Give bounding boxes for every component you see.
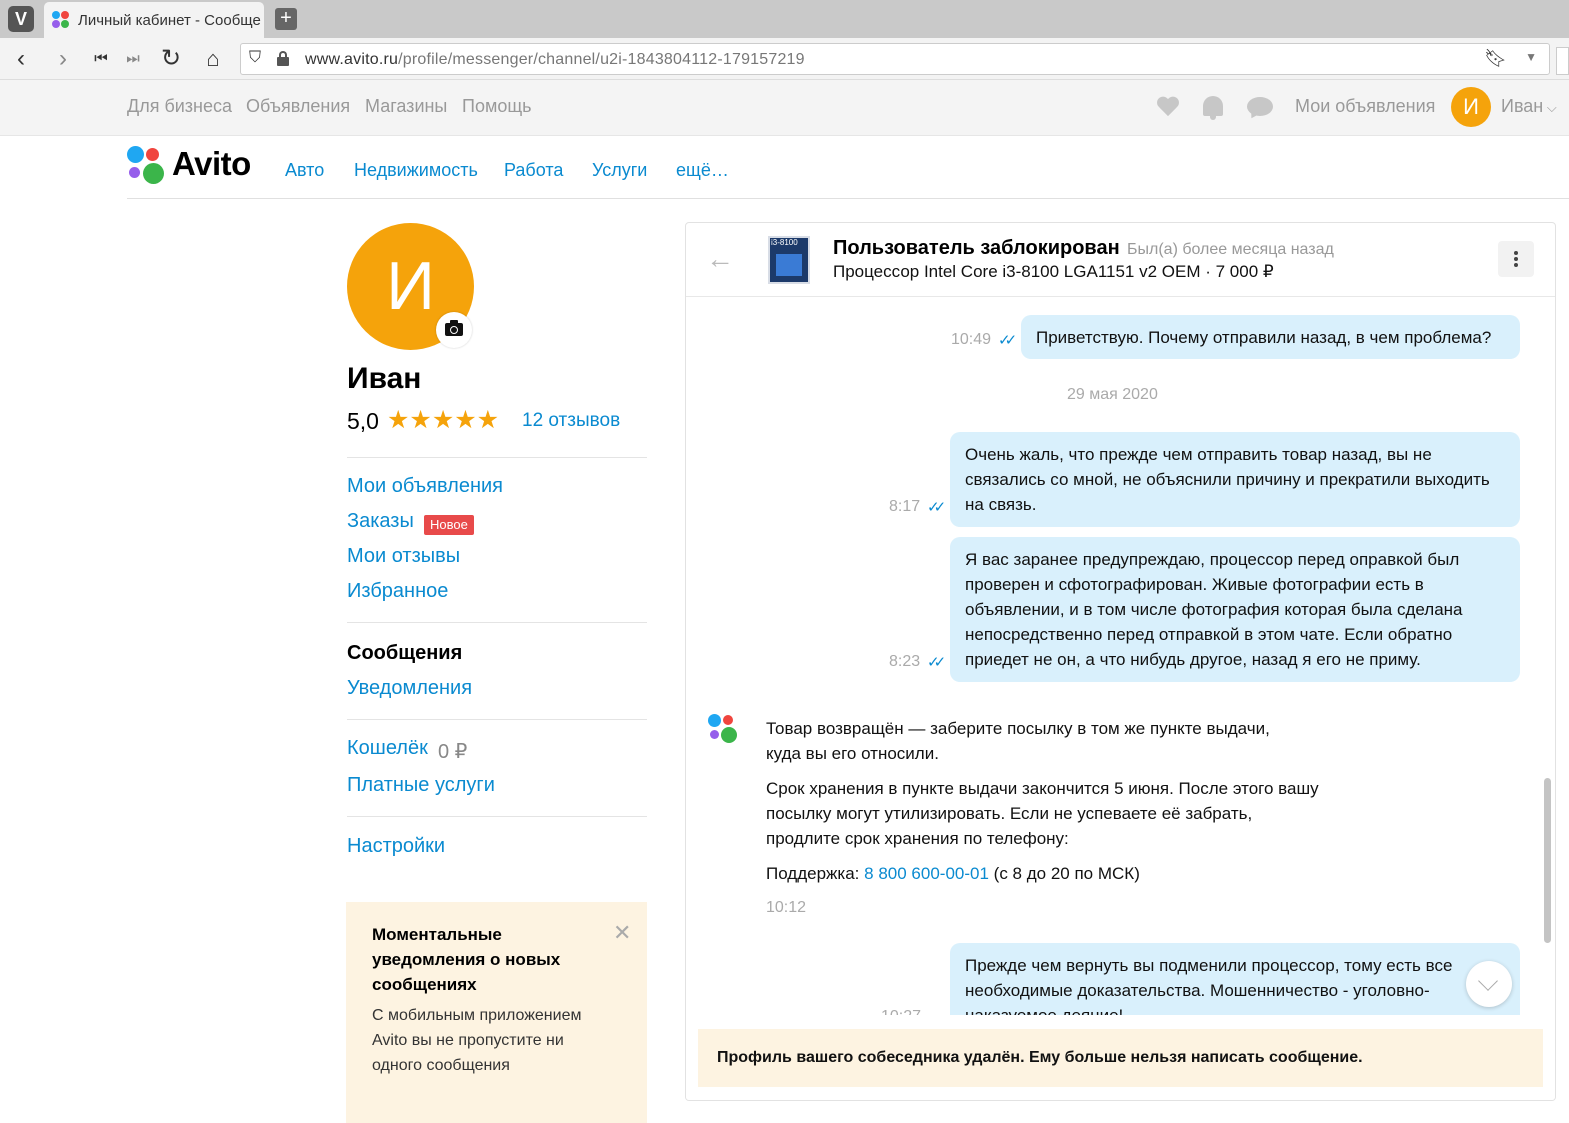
reload-icon[interactable]: ↻ — [158, 46, 184, 72]
category-jobs[interactable]: Работа — [504, 160, 563, 181]
read-checkmarks-icon: ✓✓ — [927, 654, 946, 671]
product-thumbnail[interactable] — [768, 236, 810, 284]
fast-forward-icon[interactable]: ⏭ — [120, 46, 146, 72]
nav-business-link[interactable]: Для бизнеса — [127, 96, 232, 117]
wallet-balance: 0 ₽ — [438, 741, 468, 763]
tab-title: Личный кабинет - Сообще — [78, 11, 261, 29]
url-field[interactable]: ⛉ www.avito.ru/profile/messenger/channel… — [240, 43, 1550, 75]
back-icon[interactable]: ‹ — [8, 46, 34, 72]
favorites-heart-icon[interactable] — [1156, 97, 1180, 119]
support-phone-link[interactable]: 8 800 600-00-01 — [864, 864, 989, 883]
support-label: Поддержка: — [766, 864, 860, 883]
message-bubble[interactable]: Я вас заранее предупреждаю, процессор пе… — [950, 537, 1520, 682]
browser-tab-bar: V Личный кабинет - Сообще + — [0, 0, 1569, 38]
bookmark-icon[interactable]: 🔖︎ — [1484, 48, 1507, 69]
message-time: 10:49 — [951, 331, 992, 348]
menu-wallet[interactable]: Кошелёк — [347, 737, 428, 760]
nav-ads-link[interactable]: Объявления — [246, 96, 350, 117]
divider — [347, 816, 647, 817]
search-field-edge[interactable] — [1556, 47, 1569, 75]
app-promo-banner: Моментальные уведомления о новых сообщен… — [346, 902, 647, 1123]
read-checkmarks-icon: ✓✓ — [927, 499, 946, 516]
message-time: 8:23 — [889, 653, 921, 670]
nav-help-link[interactable]: Помощь — [462, 96, 532, 117]
avito-favicon-icon — [52, 11, 70, 29]
my-ads-link[interactable]: Мои объявления — [1295, 96, 1435, 117]
close-icon[interactable]: ✕ — [613, 920, 631, 946]
date-separator: 29 мая 2020 — [1067, 386, 1158, 403]
support-hours: (с 8 до 20 по МСК) — [993, 864, 1140, 883]
category-realty[interactable]: Недвижимость — [354, 160, 478, 181]
shield-icon[interactable]: ⛉ — [249, 49, 261, 67]
url-text: www.avito.ru/profile/messenger/channel/u… — [305, 51, 805, 68]
chevron-down-icon: ⌵ — [1543, 100, 1557, 115]
chevron-down-icon[interactable]: ▼ — [1525, 50, 1537, 64]
chat-panel: ← Пользователь заблокирован Был(а) более… — [685, 222, 1556, 1101]
support-line: Поддержка: 8 800 600-00-01 (с 8 до 20 по… — [766, 861, 1326, 886]
promo-title: Моментальные уведомления о новых сообщен… — [372, 925, 561, 994]
message-bubble[interactable]: Приветствую. Почему отправили назад, в ч… — [1021, 315, 1520, 359]
category-more[interactable]: ещё… — [676, 160, 729, 181]
camera-icon — [445, 320, 463, 336]
back-arrow-icon[interactable]: ← — [706, 243, 734, 275]
rewind-icon[interactable]: ⏮ — [88, 46, 114, 72]
menu-my-ads[interactable]: Мои объявления — [347, 475, 503, 498]
message-time: 10:12 — [766, 899, 807, 916]
address-bar-row: ‹ › ⏮ ⏭ ↻ ⌂ ⛉ www.avito.ru/profile/messe… — [0, 38, 1569, 80]
user-avatar[interactable]: И — [1451, 87, 1491, 127]
menu-notifications[interactable]: Уведомления — [347, 677, 472, 700]
message-bubble[interactable]: Очень жаль, что прежде чем отправить тов… — [950, 432, 1520, 527]
new-badge: Новое — [424, 515, 474, 535]
profile-name: Иван — [347, 362, 422, 395]
rating-value: 5,0 — [347, 408, 379, 434]
scrollbar[interactable] — [1544, 778, 1551, 943]
promo-text: С мобильным приложением Avito вы не проп… — [372, 1007, 582, 1074]
menu-paid-services[interactable]: Платные услуги — [347, 774, 495, 797]
divider — [347, 622, 647, 623]
divider — [127, 198, 1569, 199]
blocked-notice: Профиль вашего собеседника удалён. Ему б… — [698, 1029, 1543, 1087]
vivaldi-menu-icon[interactable]: V — [8, 6, 34, 32]
divider — [347, 457, 647, 458]
menu-my-reviews[interactable]: Мои отзывы — [347, 545, 460, 568]
browser-tab[interactable]: Личный кабинет - Сообще — [44, 2, 264, 38]
chat-header: ← Пользователь заблокирован Был(а) более… — [686, 223, 1555, 297]
user-menu[interactable]: Иван ⌵ — [1501, 96, 1557, 117]
menu-orders[interactable]: Заказы — [347, 510, 414, 533]
avito-logo-icon[interactable] — [127, 146, 167, 186]
forward-icon[interactable]: › — [50, 46, 76, 72]
category-auto[interactable]: Авто — [285, 160, 324, 181]
category-services[interactable]: Услуги — [592, 160, 647, 181]
rating-stars-icon: ★★★★★ — [387, 406, 500, 434]
scroll-down-button[interactable] — [1466, 961, 1512, 1007]
more-menu-icon[interactable] — [1498, 241, 1534, 277]
avito-system-icon — [708, 714, 740, 746]
message-time: 8:17 — [889, 498, 921, 515]
lock-icon — [277, 51, 289, 66]
messages-chat-icon[interactable] — [1247, 97, 1273, 116]
new-tab-button[interactable]: + — [275, 8, 297, 30]
avito-logo-text[interactable]: Avito — [172, 145, 251, 183]
system-message-text: Срок хранения в пункте выдачи закончится… — [766, 779, 1319, 848]
last-seen: Был(а) более месяца назад — [1127, 241, 1334, 258]
nav-shops-link[interactable]: Магазины — [365, 96, 447, 117]
home-icon[interactable]: ⌂ — [200, 46, 226, 72]
change-photo-button[interactable] — [436, 312, 472, 348]
reviews-link[interactable]: 12 отзывов — [522, 410, 620, 432]
chat-user-name: Пользователь заблокирован — [833, 237, 1120, 259]
product-title[interactable]: Процессор Intel Core i3-8100 LGA1151 v2 … — [833, 262, 1274, 282]
menu-favorites[interactable]: Избранное — [347, 580, 448, 603]
menu-messages[interactable]: Сообщения — [347, 642, 462, 665]
menu-settings[interactable]: Настройки — [347, 835, 445, 858]
read-checkmarks-icon: ✓✓ — [998, 332, 1017, 349]
system-message-text: Товар возвращён — заберите посылку в том… — [766, 719, 1270, 763]
notifications-bell-icon[interactable] — [1203, 96, 1223, 120]
divider — [347, 719, 647, 720]
